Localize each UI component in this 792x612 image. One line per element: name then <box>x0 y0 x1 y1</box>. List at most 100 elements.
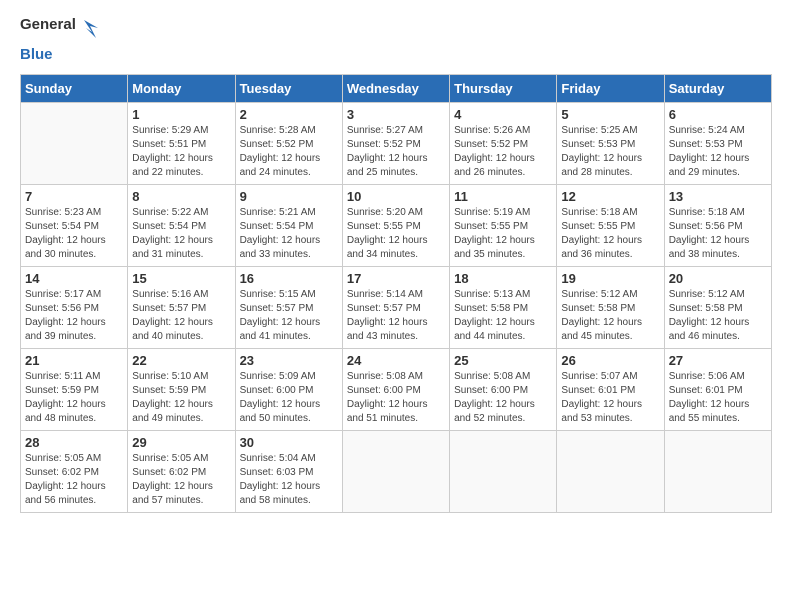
calendar-cell <box>557 430 664 512</box>
calendar-cell: 21Sunrise: 5:11 AMSunset: 5:59 PMDayligh… <box>21 348 128 430</box>
calendar-cell: 7 Sunrise: 5:23 AMSunset: 5:54 PMDaylight… <box>21 184 128 266</box>
day-info: Sunrise: 5:18 AMSunset: 5:55 PMDaylight:… <box>561 207 642 260</box>
calendar-week-row: 28 Sunrise: 5:05 AMSunset: 6:02 PMDayligh… <box>21 430 772 512</box>
day-number: 13 <box>669 189 767 204</box>
calendar-cell: 8Sunrise: 5:22 AMSunset: 5:54 PMDaylight… <box>128 184 235 266</box>
calendar-cell: 18 Sunrise: 5:13 AMSunset: 5:58 PMDayligh… <box>450 266 557 348</box>
calendar-cell: 20 Sunrise: 5:12 AMSunset: 5:58 PMDayligh… <box>664 266 771 348</box>
day-info: Sunrise: 5:17 AMSunset: 5:56 PMDaylight:… <box>25 289 106 342</box>
day-info: Sunrise: 5:15 AMSunset: 5:57 PMDaylight:… <box>240 289 321 342</box>
day-info: Sunrise: 5:07 AMSunset: 6:01 PMDaylight:… <box>561 371 642 424</box>
day-number: 28 <box>25 435 123 450</box>
day-number: 30 <box>240 435 338 450</box>
calendar-cell <box>342 430 449 512</box>
day-info: Sunrise: 5:08 AMSunset: 6:00 PMDaylight:… <box>347 371 428 424</box>
calendar-cell: 27 Sunrise: 5:06 AMSunset: 6:01 PMDayligh… <box>664 348 771 430</box>
calendar-cell: 25 Sunrise: 5:08 AMSunset: 6:00 PMDayligh… <box>450 348 557 430</box>
calendar-table: SundayMondayTuesdayWednesdayThursdayFrid… <box>20 74 772 513</box>
day-info: Sunrise: 5:24 AMSunset: 5:53 PMDaylight:… <box>669 125 750 178</box>
day-info: Sunrise: 5:21 AMSunset: 5:54 PMDaylight:… <box>240 207 321 260</box>
day-info: Sunrise: 5:10 AMSunset: 5:59 PMDaylight:… <box>132 371 213 424</box>
day-info: Sunrise: 5:18 AMSunset: 5:56 PMDaylight:… <box>669 207 750 260</box>
day-number: 15 <box>132 271 230 286</box>
day-info: Sunrise: 5:13 AMSunset: 5:58 PMDaylight:… <box>454 289 535 342</box>
calendar-cell: 12 Sunrise: 5:18 AMSunset: 5:55 PMDayligh… <box>557 184 664 266</box>
day-number: 23 <box>240 353 338 368</box>
day-info: Sunrise: 5:16 AMSunset: 5:57 PMDaylight:… <box>132 289 213 342</box>
day-info: Sunrise: 5:25 AMSunset: 5:53 PMDaylight:… <box>561 125 642 178</box>
day-info: Sunrise: 5:23 AMSunset: 5:54 PMDaylight:… <box>25 207 106 260</box>
day-info: Sunrise: 5:05 AMSunset: 6:02 PMDaylight:… <box>25 453 106 506</box>
day-number: 16 <box>240 271 338 286</box>
day-info: Sunrise: 5:12 AMSunset: 5:58 PMDaylight:… <box>669 289 750 342</box>
day-number: 20 <box>669 271 767 286</box>
calendar-cell: 24 Sunrise: 5:08 AMSunset: 6:00 PMDayligh… <box>342 348 449 430</box>
day-number: 25 <box>454 353 552 368</box>
calendar-header-wednesday: Wednesday <box>342 74 449 102</box>
day-info: Sunrise: 5:06 AMSunset: 6:01 PMDaylight:… <box>669 371 750 424</box>
day-number: 10 <box>347 189 445 204</box>
calendar-cell: 30Sunrise: 5:04 AMSunset: 6:03 PMDayligh… <box>235 430 342 512</box>
calendar-cell: 22Sunrise: 5:10 AMSunset: 5:59 PMDayligh… <box>128 348 235 430</box>
calendar-header-saturday: Saturday <box>664 74 771 102</box>
calendar-week-row: 1 Sunrise: 5:29 AMSunset: 5:51 PMDaylight… <box>21 102 772 184</box>
day-number: 24 <box>347 353 445 368</box>
calendar-cell: 3Sunrise: 5:27 AMSunset: 5:52 PMDaylight… <box>342 102 449 184</box>
day-number: 2 <box>240 107 338 122</box>
day-number: 9 <box>240 189 338 204</box>
logo-blue: Blue <box>20 46 53 63</box>
calendar-cell: 10 Sunrise: 5:20 AMSunset: 5:55 PMDayligh… <box>342 184 449 266</box>
calendar-cell: 9 Sunrise: 5:21 AMSunset: 5:54 PMDaylight… <box>235 184 342 266</box>
calendar-cell: 14Sunrise: 5:17 AMSunset: 5:56 PMDayligh… <box>21 266 128 348</box>
calendar-cell: 15 Sunrise: 5:16 AMSunset: 5:57 PMDayligh… <box>128 266 235 348</box>
calendar-cell: 6 Sunrise: 5:24 AMSunset: 5:53 PMDaylight… <box>664 102 771 184</box>
calendar-cell: 19 Sunrise: 5:12 AMSunset: 5:58 PMDayligh… <box>557 266 664 348</box>
calendar-cell <box>450 430 557 512</box>
calendar-cell: 17Sunrise: 5:14 AMSunset: 5:57 PMDayligh… <box>342 266 449 348</box>
calendar-cell: 29 Sunrise: 5:05 AMSunset: 6:02 PMDayligh… <box>128 430 235 512</box>
day-number: 4 <box>454 107 552 122</box>
day-info: Sunrise: 5:12 AMSunset: 5:58 PMDaylight:… <box>561 289 642 342</box>
logo-bird-icon <box>82 16 100 46</box>
day-info: Sunrise: 5:19 AMSunset: 5:55 PMDaylight:… <box>454 207 535 260</box>
day-number: 26 <box>561 353 659 368</box>
calendar-week-row: 14Sunrise: 5:17 AMSunset: 5:56 PMDayligh… <box>21 266 772 348</box>
day-number: 19 <box>561 271 659 286</box>
day-info: Sunrise: 5:05 AMSunset: 6:02 PMDaylight:… <box>132 453 213 506</box>
calendar-cell <box>21 102 128 184</box>
calendar-cell: 4 Sunrise: 5:26 AMSunset: 5:52 PMDaylight… <box>450 102 557 184</box>
day-info: Sunrise: 5:29 AMSunset: 5:51 PMDaylight:… <box>132 125 213 178</box>
calendar-cell <box>664 430 771 512</box>
day-number: 11 <box>454 189 552 204</box>
day-info: Sunrise: 5:08 AMSunset: 6:00 PMDaylight:… <box>454 371 535 424</box>
day-info: Sunrise: 5:11 AMSunset: 5:59 PMDaylight:… <box>25 371 106 424</box>
calendar-cell: 5 Sunrise: 5:25 AMSunset: 5:53 PMDaylight… <box>557 102 664 184</box>
calendar-header-friday: Friday <box>557 74 664 102</box>
day-number: 29 <box>132 435 230 450</box>
day-number: 18 <box>454 271 552 286</box>
calendar-week-row: 21Sunrise: 5:11 AMSunset: 5:59 PMDayligh… <box>21 348 772 430</box>
calendar-cell: 1 Sunrise: 5:29 AMSunset: 5:51 PMDaylight… <box>128 102 235 184</box>
calendar-cell: 26 Sunrise: 5:07 AMSunset: 6:01 PMDayligh… <box>557 348 664 430</box>
calendar-cell: 28 Sunrise: 5:05 AMSunset: 6:02 PMDayligh… <box>21 430 128 512</box>
day-number: 12 <box>561 189 659 204</box>
page-container: General Blue SundayMondayTuesdayWednesda… <box>0 0 792 529</box>
header: General Blue <box>20 16 772 64</box>
calendar-cell: 13 Sunrise: 5:18 AMSunset: 5:56 PMDayligh… <box>664 184 771 266</box>
logo-general: General <box>20 16 76 33</box>
calendar-cell: 23Sunrise: 5:09 AMSunset: 6:00 PMDayligh… <box>235 348 342 430</box>
day-number: 27 <box>669 353 767 368</box>
calendar-header-monday: Monday <box>128 74 235 102</box>
calendar-cell: 16 Sunrise: 5:15 AMSunset: 5:57 PMDayligh… <box>235 266 342 348</box>
logo-graphic: General Blue <box>20 16 100 64</box>
day-number: 7 <box>25 189 123 204</box>
day-number: 1 <box>132 107 230 122</box>
day-number: 5 <box>561 107 659 122</box>
calendar-header-thursday: Thursday <box>450 74 557 102</box>
day-number: 6 <box>669 107 767 122</box>
day-number: 8 <box>132 189 230 204</box>
calendar-header-row: SundayMondayTuesdayWednesdayThursdayFrid… <box>21 74 772 102</box>
day-info: Sunrise: 5:26 AMSunset: 5:52 PMDaylight:… <box>454 125 535 178</box>
day-info: Sunrise: 5:20 AMSunset: 5:55 PMDaylight:… <box>347 207 428 260</box>
calendar-week-row: 7 Sunrise: 5:23 AMSunset: 5:54 PMDaylight… <box>21 184 772 266</box>
